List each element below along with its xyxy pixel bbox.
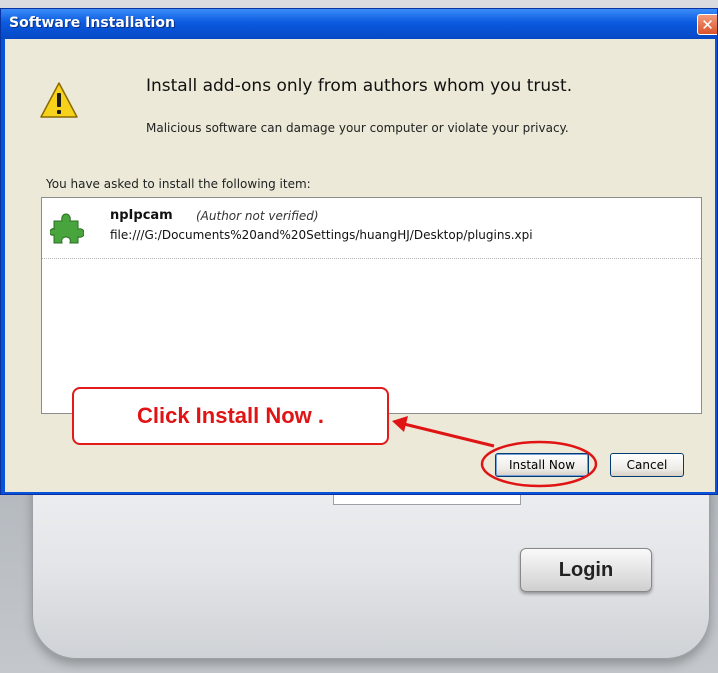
- item-author-note: (Author not verified): [196, 209, 319, 223]
- install-now-button[interactable]: Install Now: [495, 453, 589, 477]
- warning-headline: Install add-ons only from authors whom y…: [146, 76, 573, 96]
- close-icon: ✕: [701, 15, 714, 34]
- login-button[interactable]: Login: [520, 548, 652, 592]
- puzzle-piece-icon: [50, 213, 84, 244]
- warning-icon: [40, 82, 78, 118]
- dialog-titlebar[interactable]: Software Installation ✕: [1, 9, 717, 39]
- list-item[interactable]: npIpcam (Author not verified) file:///G:…: [42, 198, 701, 259]
- cancel-button[interactable]: Cancel: [610, 453, 684, 477]
- item-name: npIpcam: [110, 208, 173, 223]
- warning-subline: Malicious software can damage your compu…: [146, 121, 569, 135]
- install-item-list[interactable]: npIpcam (Author not verified) file:///G:…: [41, 197, 702, 414]
- item-url: file:///G:/Documents%20and%20Settings/hu…: [110, 228, 533, 242]
- dialog-title: Software Installation: [9, 15, 175, 31]
- item-list-caption: You have asked to install the following …: [46, 177, 311, 191]
- close-button[interactable]: ✕: [697, 14, 717, 35]
- callout-text: Click Install Now .: [136, 403, 325, 428]
- instruction-callout: Click Install Now .: [72, 387, 389, 445]
